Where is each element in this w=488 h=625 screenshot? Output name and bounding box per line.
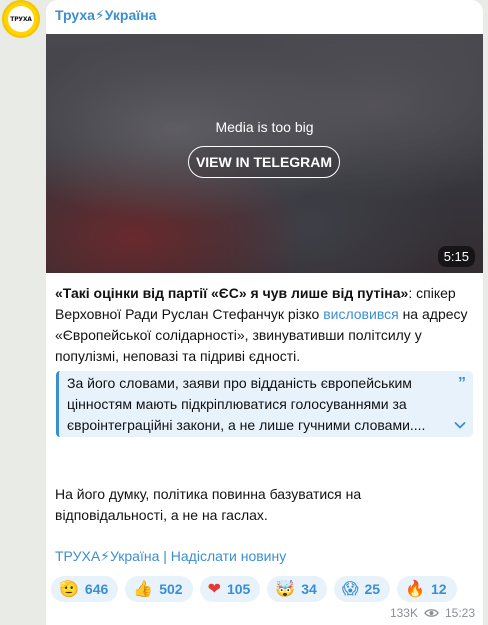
reaction-count: 34	[301, 581, 317, 597]
view-in-telegram-button[interactable]: VIEW IN TELEGRAM	[188, 146, 340, 178]
reaction-fire[interactable]: 🔥 12	[397, 576, 457, 602]
post-time: 15:23	[444, 606, 475, 620]
post-paragraph-2: На його думку, політика повинна базувати…	[55, 486, 362, 523]
reaction-count: 502	[159, 581, 183, 597]
reaction-count: 25	[364, 581, 381, 597]
quote-icon: ”	[458, 375, 466, 392]
video-duration: 5:15	[437, 246, 475, 267]
reaction-mind-blown[interactable]: 🤯 34	[267, 576, 327, 602]
heart-emoji-icon: ❤	[207, 579, 221, 598]
reaction-salute[interactable]: 🫡 646	[51, 576, 119, 602]
reaction-heart[interactable]: ❤ 105	[199, 576, 261, 602]
mind-blown-emoji-icon: 🤯	[275, 579, 296, 598]
message-bubble: Труха⚡Україна Media is too big VIEW IN T…	[46, 0, 483, 625]
reaction-count: 646	[84, 581, 109, 597]
reaction-thumbs-up[interactable]: 👍 502	[125, 576, 193, 602]
channel-name[interactable]: Труха⚡Україна	[55, 7, 156, 24]
eye-icon	[424, 609, 439, 617]
view-count: 133K	[389, 606, 418, 620]
message-meta: 133K 15:23	[390, 606, 475, 620]
channel-footer-link[interactable]: ТРУХА⚡Україна | Надіслати новину	[55, 548, 286, 565]
reaction-count: 12	[431, 581, 447, 597]
quote-text: За його словами, заяви про відданість єв…	[67, 375, 426, 433]
media-too-big-notice: Media is too big	[215, 119, 314, 135]
reaction-count: 105	[226, 581, 251, 597]
post-headline: «Такі оцінки від партії «ЄС» я чув лише …	[55, 285, 409, 301]
reactions-bar: 🫡 646 👍 502 ❤ 105 🤯 34 😱 25 🔥 12	[51, 576, 457, 602]
media-preview[interactable]: Media is too big VIEW IN TELEGRAM 5:15	[46, 34, 483, 273]
fire-emoji-icon: 🔥	[405, 579, 426, 598]
salute-emoji-icon: 🫡	[59, 579, 79, 598]
channel-avatar[interactable]: ТРУХА	[2, 0, 40, 38]
reaction-scream[interactable]: 😱 25	[333, 576, 391, 602]
thumbs-up-emoji-icon: 👍	[133, 579, 154, 598]
post-link[interactable]: висловився	[323, 306, 399, 322]
scream-emoji-icon: 😱	[341, 579, 359, 598]
blockquote[interactable]: За його словами, заяви про відданість єв…	[56, 371, 473, 437]
chevron-down-icon[interactable]	[454, 419, 466, 431]
post-paragraph-1: «Такі оцінки від партії «ЄС» я чув лише …	[55, 283, 475, 367]
avatar-logo-text: ТРУХА	[8, 6, 34, 32]
